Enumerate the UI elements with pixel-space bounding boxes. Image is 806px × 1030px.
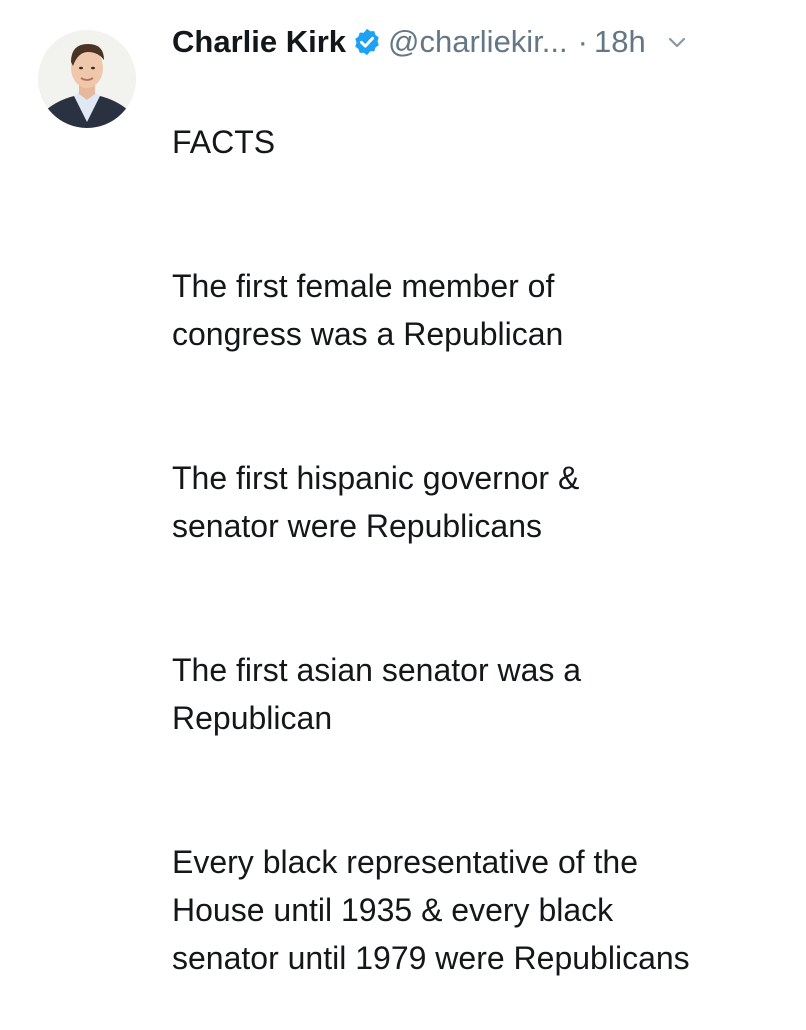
tweet-text: FACTS The first female member of congres… <box>172 70 782 1030</box>
separator-dot: · <box>577 24 588 59</box>
tweet-paragraph: The first hispanic governor & senator we… <box>172 460 580 544</box>
tweet-paragraph: The first asian senator was a Republican <box>172 652 582 736</box>
timestamp[interactable]: 18h <box>594 22 646 62</box>
tweet-paragraph: The first female member of congress was … <box>172 268 564 352</box>
tweet[interactable]: Charlie Kirk @charliekir... · 18h FACTS … <box>0 0 806 976</box>
chevron-down-icon[interactable] <box>666 31 688 53</box>
author-handle[interactable]: @charliekir... <box>388 22 568 62</box>
verified-badge-icon <box>352 27 382 57</box>
avatar[interactable] <box>38 30 136 128</box>
tweet-heading: FACTS <box>172 124 276 160</box>
author-name[interactable]: Charlie Kirk <box>172 22 346 62</box>
tweet-header: Charlie Kirk @charliekir... · 18h <box>172 22 782 62</box>
avatar-photo <box>38 30 136 128</box>
tweet-paragraph: Every black representative of the House … <box>172 844 690 976</box>
tweet-content: Charlie Kirk @charliekir... · 18h FACTS … <box>172 22 782 1030</box>
